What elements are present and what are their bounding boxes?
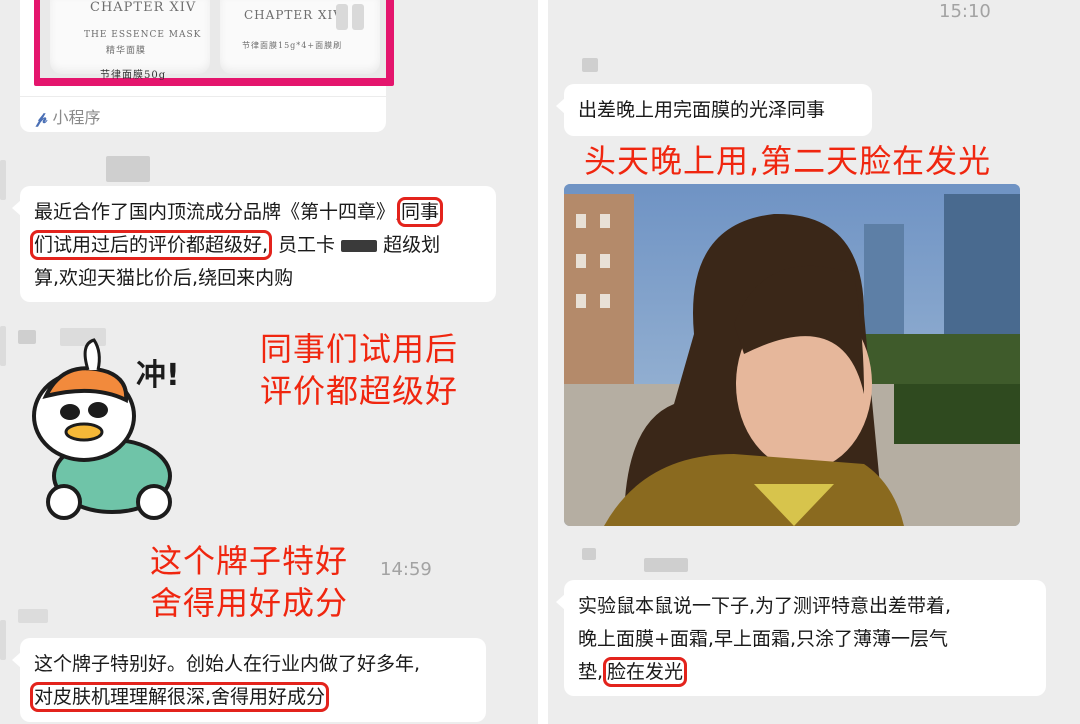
highlight-box: 们试用过后的评价都超级好,	[29, 230, 273, 260]
message-line2: 们试用过后的评价都超级好, 员工卡 超级划	[29, 229, 441, 262]
annotation-line: 评价都超级好	[260, 372, 459, 410]
product-essence-mask: CHAPTER XIV THE ESSENCE MASK 精华面膜 节律面膜50…	[50, 0, 210, 81]
colleague-photo[interactable]	[564, 184, 1020, 526]
message-line3: 算,欢迎天猫比价后,绕回来内购	[34, 267, 294, 289]
message-line1: 实验鼠本鼠说一下子,为了测评特意出差带着,	[578, 595, 952, 617]
product2-subtitle: 节律面膜15g*4+面膜刷	[242, 41, 343, 50]
redaction-mask	[341, 239, 378, 252]
message-text: 最近合作了国内顶流成分品牌《第十四章》,	[34, 201, 402, 223]
sender-name-blur	[582, 58, 598, 72]
mini-program-card[interactable]: CHAPTER XIV THE ESSENCE MASK 精华面膜 节律面膜50…	[20, 0, 394, 132]
annotation-colleague-praise: 同事们试用后 评价都超级好	[260, 328, 458, 412]
mini-program-footer: 𝓅 小程序	[36, 104, 101, 128]
message-line2: 晚上面膜+面霜,早上面霜,只涂了薄薄一层气	[578, 628, 949, 650]
bubble-tail	[12, 200, 21, 216]
product1-bottom: 节律面膜50g	[100, 70, 167, 81]
bubble-tail	[556, 98, 565, 114]
annotation-glow: 头天晚上用,第二天脸在发光	[584, 142, 992, 180]
message-line1: 这个牌子特别好。创始人在行业内做了好多年,	[34, 653, 421, 675]
bubble-tail	[12, 652, 21, 668]
product1-title: CHAPTER XIV	[90, 0, 197, 15]
avatar-blur	[0, 160, 6, 200]
card-divider	[20, 96, 386, 97]
message-text: 超级划	[383, 234, 441, 256]
product-set: CHAPTER XIV 节律面膜15g*4+面膜刷	[220, 0, 380, 74]
product-tube-1	[336, 4, 348, 30]
message-text: 出差晚上用完面膜的光泽同事	[578, 99, 826, 121]
avatar-blur	[0, 620, 6, 660]
annotation-brand-quality: 这个牌子特好 舍得用好成分	[150, 540, 348, 624]
mini-program-icon: 𝓅	[36, 108, 48, 127]
message-line2: 对皮肤机理理解很深,舍得用好成分	[29, 681, 330, 714]
message-text: 员工卡	[278, 234, 336, 256]
sender-name-blur	[644, 558, 688, 572]
sticker-text: 冲!	[136, 358, 180, 393]
highlight-box: 对皮肤机理理解很深,舍得用好成分	[29, 682, 330, 712]
product-tube-2	[352, 4, 364, 30]
bubble-tail	[556, 594, 565, 610]
message-line1: 最近合作了国内顶流成分品牌《第十四章》,同事	[34, 196, 444, 229]
sender-name-blur	[582, 548, 596, 560]
chat-bubble-photo-caption: 出差晚上用完面膜的光泽同事	[556, 84, 872, 136]
product-banner: CHAPTER XIV THE ESSENCE MASK 精华面膜 节律面膜50…	[40, 0, 386, 81]
sender-name-blur	[106, 156, 150, 182]
highlight-box: 脸在发光	[603, 657, 688, 687]
photo-illustration	[564, 184, 1020, 526]
sender-name-blur	[18, 609, 48, 623]
message-line3: 垫, 脸在发光	[578, 656, 688, 689]
chat-bubble-brand-intro: 最近合作了国内顶流成分品牌《第十四章》,同事 们试用过后的评价都超级好, 员工卡 超…	[12, 186, 496, 302]
mini-program-label: 小程序	[52, 108, 101, 127]
product1-subtitle: THE ESSENCE MASK	[84, 30, 202, 40]
product2-title: CHAPTER XIV	[244, 8, 343, 22]
left-chat-panel: CHAPTER XIV THE ESSENCE MASK 精华面膜 节律面膜50…	[0, 0, 538, 724]
chat-bubble-test-report: 实验鼠本鼠说一下子,为了测评特意出差带着, 晚上面膜+面霜,早上面霜,只涂了薄薄…	[556, 580, 1046, 696]
annotation-line: 同事们试用后	[260, 330, 459, 368]
highlight-box: 同事	[397, 197, 444, 227]
message-text: 垫,	[578, 661, 604, 683]
product1-cn: 精华面膜	[106, 46, 147, 56]
annotation-line: 舍得用好成分	[150, 584, 349, 622]
chat-bubble-brand-quality: 这个牌子特别好。创始人在行业内做了好多年, 对皮肤机理理解很深,舍得用好成分	[12, 638, 486, 722]
timestamp: 15:10	[939, 1, 991, 22]
avatar-blur	[0, 326, 6, 366]
timestamp: 14:59	[380, 559, 432, 580]
annotation-line: 这个牌子特好	[150, 542, 349, 580]
mini-program-thumbnail: CHAPTER XIV THE ESSENCE MASK 精华面膜 节律面膜50…	[34, 0, 394, 86]
